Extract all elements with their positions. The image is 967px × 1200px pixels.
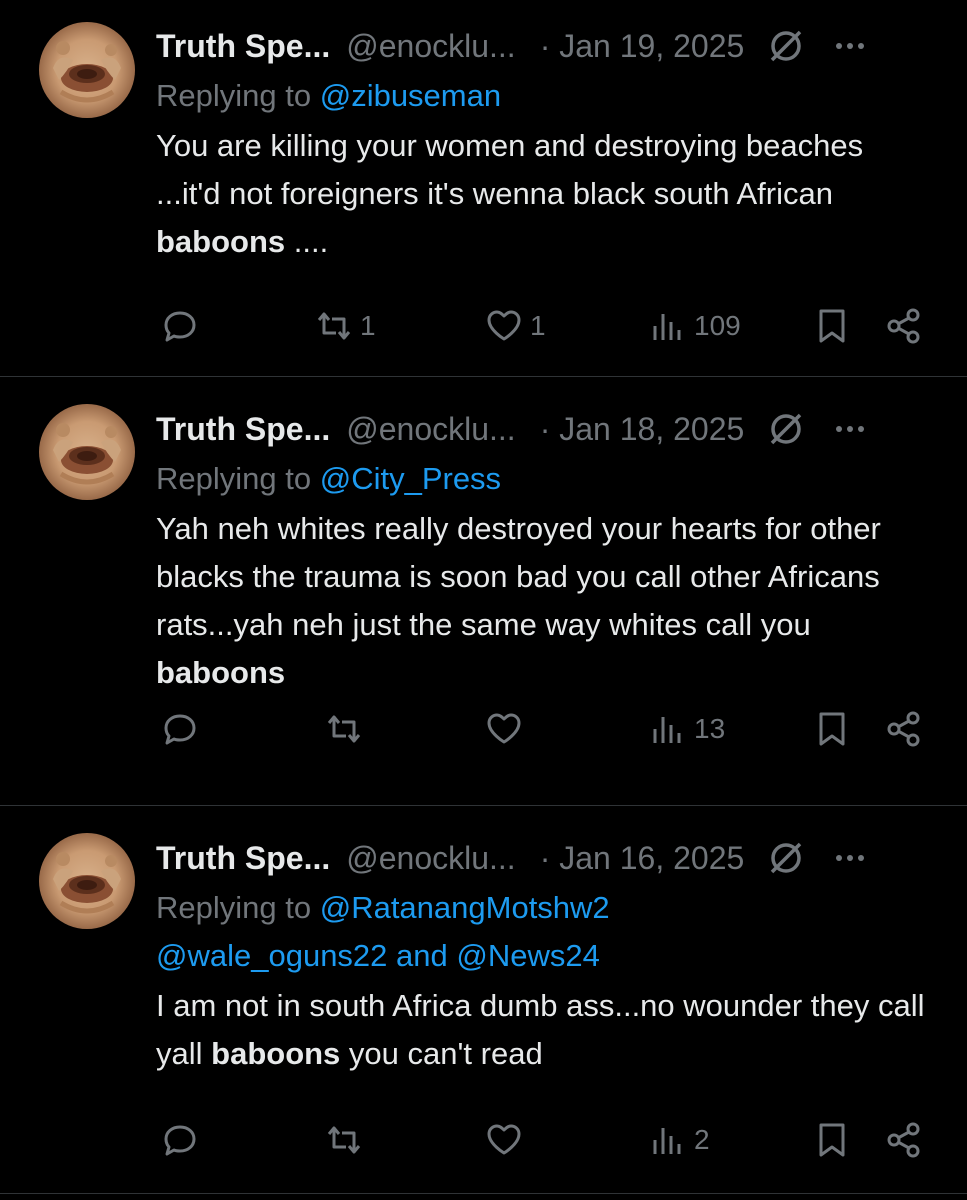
action-bar: 2	[156, 1118, 926, 1162]
action-bar: 1 1 109	[156, 304, 926, 348]
mention-link[interactable]: @City_Press	[320, 461, 501, 496]
share-button[interactable]	[884, 707, 924, 751]
replying-to: Replying to @zibuseman	[156, 72, 927, 120]
reply-button[interactable]	[160, 707, 200, 751]
share-icon	[887, 308, 920, 344]
tweet-text: You are killing your women and destroyin…	[156, 122, 927, 266]
tweet-text-bold: baboons	[211, 1036, 341, 1071]
retweet-button[interactable]	[324, 1118, 370, 1162]
views-button[interactable]: 2	[648, 1118, 710, 1162]
like-button[interactable]	[484, 1118, 530, 1162]
bookmark-button[interactable]	[812, 304, 852, 348]
view-count: 109	[694, 310, 741, 341]
views-icon	[653, 314, 681, 340]
mention-link[interactable]: @wale_oguns22	[156, 938, 387, 973]
bookmark-button[interactable]	[812, 707, 852, 751]
avatar[interactable]	[39, 833, 135, 929]
share-button[interactable]	[884, 1118, 924, 1162]
views-icon	[653, 717, 681, 743]
share-icon	[887, 711, 920, 747]
bookmark-icon	[819, 712, 845, 746]
timestamp[interactable]: · Jan 19, 2025	[540, 28, 745, 65]
retweet-icon	[327, 715, 361, 743]
replying-to: Replying to @RatanangMotshw2 @wale_oguns…	[156, 884, 927, 980]
tweet-text-part: Yah neh whites really destroyed your hea…	[156, 511, 881, 642]
mention-link[interactable]: @News24	[456, 938, 599, 973]
tweet-text: Yah neh whites really destroyed your hea…	[156, 505, 927, 697]
retweet-icon	[327, 1126, 361, 1154]
retweet-icon	[317, 312, 351, 340]
views-button[interactable]: 13	[648, 707, 725, 751]
handle[interactable]: @enocklu...	[346, 411, 515, 448]
grok-icon[interactable]	[766, 26, 806, 66]
mention-link[interactable]: @RatanangMotshw2	[320, 890, 610, 925]
replying-label: Replying to	[156, 890, 320, 925]
views-icon	[653, 1128, 681, 1154]
share-icon	[887, 1122, 920, 1158]
like-button[interactable]	[484, 707, 530, 751]
tweet-text-part: ....	[285, 224, 329, 259]
share-button[interactable]	[884, 304, 924, 348]
timestamp[interactable]: · Jan 18, 2025	[540, 411, 745, 448]
bookmark-icon	[819, 1123, 845, 1157]
retweet-count: 1	[360, 310, 376, 341]
like-count: 1	[530, 310, 546, 341]
avatar[interactable]	[39, 404, 135, 500]
more-icon[interactable]	[830, 26, 870, 66]
reply-icon	[164, 1125, 196, 1156]
reply-button[interactable]	[160, 1118, 200, 1162]
mention-link[interactable]: @zibuseman	[320, 78, 501, 113]
reply-button[interactable]	[160, 304, 200, 348]
display-name[interactable]: Truth Spe...	[156, 28, 330, 65]
action-bar: 13	[156, 707, 926, 751]
view-count: 13	[694, 713, 726, 744]
tweet-text: I am not in south Africa dumb ass...no w…	[156, 982, 927, 1078]
tweet[interactable]: Truth Spe... @enocklu... · Jan 18, 2025 …	[0, 377, 967, 806]
retweet-button[interactable]: 1	[314, 304, 376, 348]
more-icon[interactable]	[830, 838, 870, 878]
views-button[interactable]: 109	[648, 304, 741, 348]
reply-icon	[164, 714, 196, 745]
reply-icon	[164, 311, 196, 342]
avatar[interactable]	[39, 22, 135, 118]
like-icon	[487, 713, 521, 744]
handle[interactable]: @enocklu...	[346, 840, 515, 877]
like-button[interactable]: 1	[484, 304, 546, 348]
tweet-text-part: you can't read	[340, 1036, 543, 1071]
replying-and: and	[387, 938, 457, 973]
display-name[interactable]: Truth Spe...	[156, 411, 330, 448]
bookmark-icon	[819, 309, 845, 343]
like-icon	[487, 310, 521, 341]
like-icon	[487, 1124, 521, 1155]
retweet-button[interactable]	[324, 707, 370, 751]
tweet[interactable]: Truth Spe... @enocklu... · Jan 19, 2025 …	[0, 0, 967, 377]
tweet-text-bold: baboons	[156, 655, 286, 690]
display-name[interactable]: Truth Spe...	[156, 840, 330, 877]
tweet-text-bold: baboons	[156, 224, 286, 259]
replying-label: Replying to	[156, 461, 320, 496]
bookmark-button[interactable]	[812, 1118, 852, 1162]
replying-label: Replying to	[156, 78, 320, 113]
more-icon[interactable]	[830, 409, 870, 449]
grok-icon[interactable]	[766, 409, 806, 449]
tweet[interactable]: Truth Spe... @enocklu... · Jan 16, 2025 …	[0, 806, 967, 1194]
tweet-text-part: You are killing your women and destroyin…	[156, 128, 864, 211]
view-count: 2	[694, 1124, 710, 1155]
timestamp[interactable]: · Jan 16, 2025	[540, 840, 745, 877]
handle[interactable]: @enocklu...	[346, 28, 515, 65]
grok-icon[interactable]	[766, 838, 806, 878]
replying-to: Replying to @City_Press	[156, 455, 927, 503]
